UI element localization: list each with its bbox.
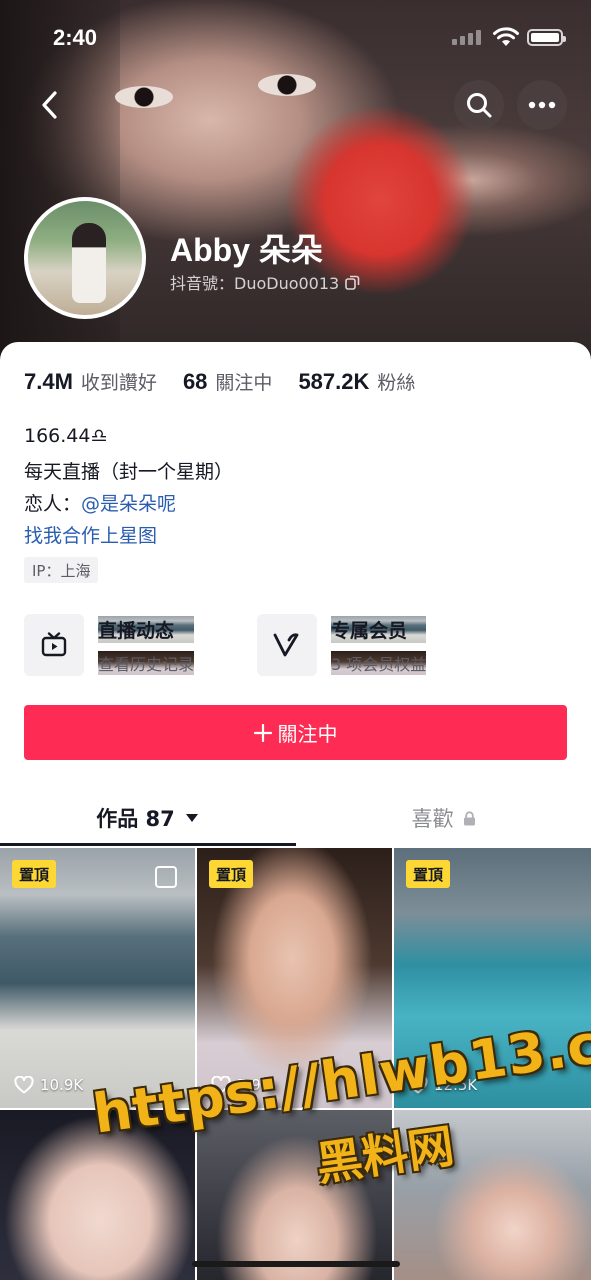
status-time: 2:40 [53,25,98,50]
pinned-badge: 置頂 [209,860,254,888]
copy-icon[interactable] [345,275,360,290]
feature-member-subtitle: 3 项会员权益 [331,650,427,675]
caret-down-icon [185,814,198,822]
feature-live-history[interactable]: 直播动态 查看历史记录 [24,614,195,676]
feature-member-title: 专属会员 [331,615,427,643]
bio-line-2: 每天直播（封一个星期） [24,461,234,483]
following-button-label: 關注中 [277,722,338,746]
banner-eye-right [258,74,316,96]
video-likes: 12.5K [408,1076,477,1094]
bio-mention-link[interactable]: @是朵朵呢 [81,493,176,515]
heart-icon [14,1076,34,1094]
profile-stats: 7.4M 收到讚好 68 關注中 587.2K 粉絲 [24,368,441,395]
tab-liked-label: 喜歡 [411,807,454,831]
video-likes-count: 12.5K [434,1076,478,1094]
tv-icon [41,632,67,657]
more-button[interactable] [517,80,567,130]
feature-live-subtitle: 查看历史记录 [98,650,195,675]
video-tile-2[interactable]: 置頂 7.9K [197,848,392,1108]
heart-icon [408,1076,428,1094]
back-button[interactable] [28,80,72,130]
feature-membership[interactable]: 专属会员 3 项会员权益 [257,614,427,676]
search-button[interactable] [454,80,504,130]
feature-live-title: 直播动态 [98,615,195,643]
select-checkbox[interactable] [155,866,177,888]
ip-location-tag: IP：上海 [24,557,99,583]
status-bar: 2:40 [0,0,591,74]
stat-following-value[interactable]: 68 [183,369,207,395]
banner-eye-left [115,86,173,108]
tab-works-label: 作品 87 [96,807,175,831]
pinned-badge: 置頂 [12,860,57,888]
video-tile-6[interactable] [394,1110,591,1280]
video-tile-1[interactable]: 置頂 10.9K [0,848,195,1108]
chevron-left-icon [42,91,57,119]
stat-likes-label[interactable]: 收到讚好 [81,368,157,395]
profile-tabs: 作品 87 喜歡 [0,790,591,846]
avatar[interactable] [24,197,146,319]
video-tile-5[interactable] [197,1110,392,1280]
active-tab-indicator [0,843,296,846]
stat-followers-value[interactable]: 587.2K [298,369,369,395]
feature-live-icon-box [24,614,84,676]
following-button[interactable]: 關注中 [24,705,567,760]
pinned-badge: 置頂 [406,860,451,888]
stat-followers-label[interactable]: 粉絲 [377,368,415,395]
profile-name: Abby 朵朵 [170,232,323,268]
video-grid: 置頂 10.9K 置頂 7.9K 置頂 12.5K [0,848,591,1280]
plus-icon [253,723,272,742]
feature-member-icon-box [257,614,317,676]
video-likes: 7.9K [211,1076,271,1094]
video-tile-4[interactable] [0,1110,195,1280]
bio-line-3: 恋人：@是朵朵呢 [24,489,176,516]
cellular-signal-icon [452,30,481,45]
battery-icon [527,29,566,46]
avatar-figure [72,223,106,303]
tab-liked[interactable]: 喜歡 [296,790,591,846]
home-indicator[interactable] [192,1261,400,1267]
search-icon [467,93,492,118]
tab-works[interactable]: 作品 87 [0,790,295,846]
bio-lover-label: 恋人： [24,493,82,515]
heart-icon [211,1076,231,1094]
video-likes: 10.9K [14,1076,83,1094]
bio-line-1: 166.44♎ [24,425,108,447]
bio-cooperation-link[interactable]: 找我合作上星图 [24,521,157,548]
stat-likes-value[interactable]: 7.4M [24,369,73,395]
lock-icon [463,810,475,825]
video-likes-count: 10.9K [40,1076,84,1094]
more-icon [528,101,556,109]
profile-id[interactable]: 抖音號：DuoDuo0013 [170,270,360,294]
profile-id-text: 抖音號：DuoDuo0013 [170,274,340,293]
v-icon [273,633,299,657]
video-likes-count: 7.9K [237,1076,271,1094]
wifi-icon [493,27,519,46]
video-tile-3[interactable]: 置頂 12.5K [394,848,591,1108]
stat-following-label[interactable]: 關注中 [215,368,272,395]
